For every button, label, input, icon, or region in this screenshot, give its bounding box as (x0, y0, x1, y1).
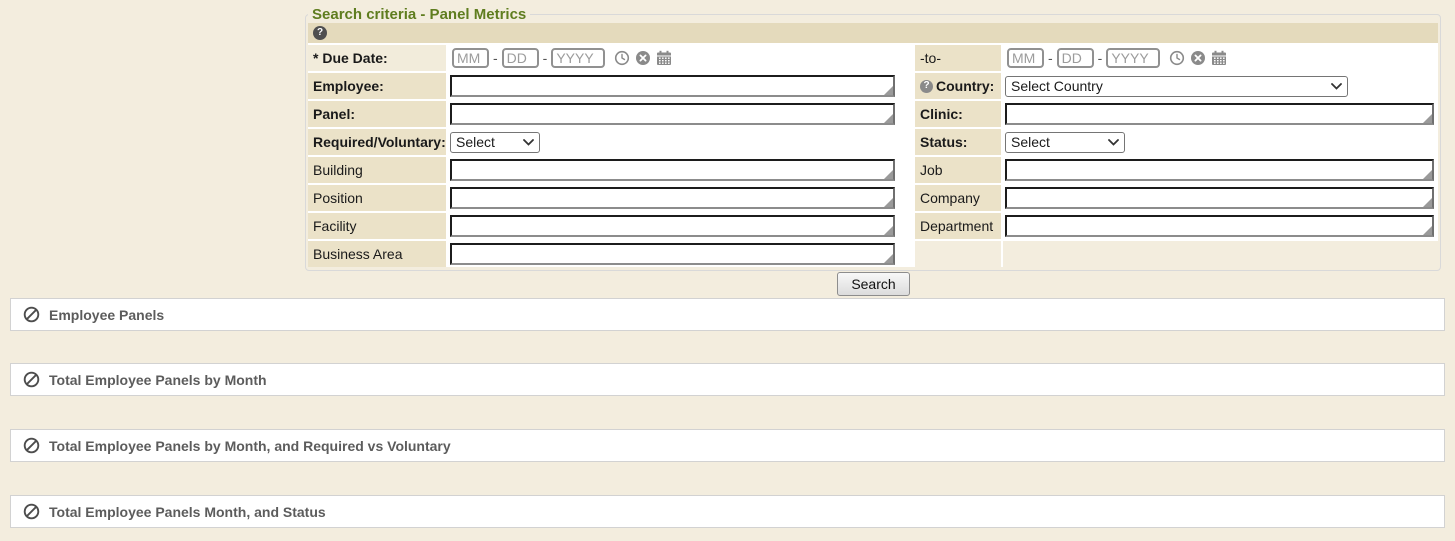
panel-title: Total Employee Panels Month, and Status (49, 504, 326, 520)
help-icon[interactable]: ? (920, 80, 933, 93)
due-date-label: * Due Date: (308, 45, 446, 71)
facility-input[interactable] (450, 215, 895, 237)
clinic-label: Clinic: (915, 101, 1001, 127)
form-header-bar: ? (308, 23, 1438, 43)
due-date-from-month-input[interactable] (452, 48, 489, 68)
required-voluntary-select-value: Select (456, 134, 495, 150)
clear-icon[interactable] (635, 50, 651, 66)
clinic-input[interactable] (1005, 103, 1434, 125)
status-label: Status: (915, 129, 1001, 155)
business-area-cell (448, 241, 913, 267)
date-separator: - (493, 50, 498, 66)
due-date-from-day-input[interactable] (502, 48, 539, 68)
building-input[interactable] (450, 159, 895, 181)
due-date-to-day-input[interactable] (1057, 48, 1094, 68)
empty-cell (1003, 241, 1438, 267)
country-label-cell: ? Country: (915, 73, 1001, 99)
due-date-to-label: -to- (915, 45, 1001, 71)
clock-icon[interactable] (1169, 50, 1185, 66)
chevron-down-icon (1108, 139, 1119, 146)
department-label: Department (915, 213, 1001, 239)
due-date-to-year-input[interactable] (1106, 48, 1160, 68)
clock-icon[interactable] (614, 50, 630, 66)
panel-total-by-month-required-vs-voluntary[interactable]: Total Employee Panels by Month, and Requ… (10, 429, 1445, 462)
empty-cell (915, 241, 1001, 267)
panel-input[interactable] (450, 103, 895, 125)
business-area-label: Business Area (308, 241, 446, 267)
job-input[interactable] (1005, 159, 1434, 181)
business-area-input[interactable] (450, 243, 895, 265)
no-entry-icon (23, 306, 40, 323)
position-label: Position (308, 185, 446, 211)
status-select-value: Select (1011, 134, 1050, 150)
country-select[interactable]: Select Country (1005, 76, 1348, 97)
employee-label: Employee: (308, 73, 446, 99)
country-cell: Select Country (1003, 73, 1438, 99)
panel-title: Total Employee Panels by Month (49, 372, 267, 388)
country-label: Country: (936, 78, 994, 94)
date-separator: - (1098, 50, 1103, 66)
company-input[interactable] (1005, 187, 1434, 209)
panel-cell (448, 101, 913, 127)
position-cell (448, 185, 913, 211)
building-cell (448, 157, 913, 183)
facility-cell (448, 213, 913, 239)
search-form-grid: ? * Due Date: - - (308, 23, 1438, 267)
job-cell (1003, 157, 1438, 183)
search-criteria-fieldset: Search criteria - Panel Metrics ? * Due … (305, 6, 1441, 271)
panel-label: Panel: (308, 101, 446, 127)
facility-label: Facility (308, 213, 446, 239)
no-entry-icon (23, 437, 40, 454)
search-button[interactable]: Search (837, 272, 909, 296)
due-date-to-cell: - - (1003, 45, 1438, 71)
due-date-to-month-input[interactable] (1007, 48, 1044, 68)
building-label: Building (308, 157, 446, 183)
status-cell: Select (1003, 129, 1438, 155)
no-entry-icon (23, 503, 40, 520)
due-date-from-year-input[interactable] (551, 48, 605, 68)
help-icon[interactable]: ? (313, 26, 327, 40)
country-select-value: Select Country (1011, 78, 1103, 94)
status-select[interactable]: Select (1005, 132, 1125, 153)
calendar-icon[interactable] (1211, 50, 1227, 66)
panel-total-by-month[interactable]: Total Employee Panels by Month (10, 363, 1445, 396)
clear-icon[interactable] (1190, 50, 1206, 66)
panel-title: Total Employee Panels by Month, and Requ… (49, 438, 451, 454)
due-date-from-cell: - - (448, 45, 913, 71)
company-cell (1003, 185, 1438, 211)
panel-total-month-and-status[interactable]: Total Employee Panels Month, and Status (10, 495, 1445, 528)
search-button-row: Search (305, 271, 1442, 297)
department-input[interactable] (1005, 215, 1434, 237)
panel-employee-panels[interactable]: Employee Panels (10, 298, 1445, 331)
company-label: Company (915, 185, 1001, 211)
clinic-cell (1003, 101, 1438, 127)
employee-input[interactable] (450, 75, 895, 97)
chevron-down-icon (523, 139, 534, 146)
chevron-down-icon (1331, 83, 1342, 90)
date-separator: - (543, 50, 548, 66)
no-entry-icon (23, 371, 40, 388)
calendar-icon[interactable] (656, 50, 672, 66)
required-voluntary-label: Required/Voluntary: (308, 129, 446, 155)
required-voluntary-select[interactable]: Select (450, 132, 540, 153)
department-cell (1003, 213, 1438, 239)
search-criteria-legend: Search criteria - Panel Metrics (308, 6, 530, 23)
position-input[interactable] (450, 187, 895, 209)
date-separator: - (1048, 50, 1053, 66)
employee-cell (448, 73, 913, 99)
required-voluntary-cell: Select (448, 129, 913, 155)
job-label: Job (915, 157, 1001, 183)
panel-title: Employee Panels (49, 307, 164, 323)
